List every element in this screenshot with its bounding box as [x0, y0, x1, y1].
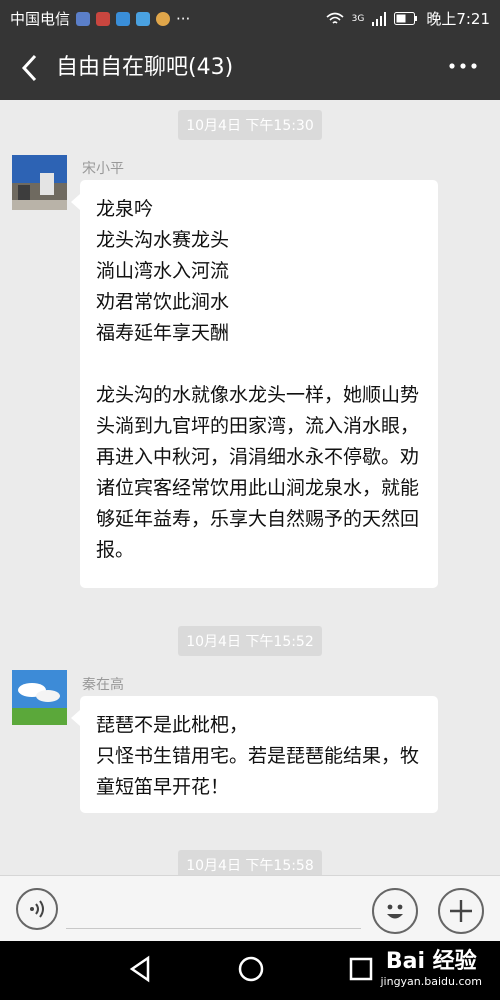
message-input[interactable]: [66, 928, 361, 929]
status-bar: 中国电信 ··· 3G 晚上7:21: [0, 0, 500, 36]
more-button[interactable]: [448, 50, 478, 90]
chevron-left-icon: [21, 54, 37, 82]
chat-area[interactable]: 10月4日 下午15:30 宋小平 龙泉吟 龙头沟水赛龙头 淌山湾水入河流 劝君…: [0, 100, 500, 875]
status-right: 3G 晚上7:21: [326, 8, 490, 29]
battery-icon: [394, 12, 418, 25]
avatar[interactable]: [12, 155, 67, 210]
voice-button[interactable]: [16, 888, 58, 930]
sender-name: 秦在高: [82, 677, 124, 693]
status-left: 中国电信 ···: [10, 8, 190, 29]
plus-icon: [450, 900, 472, 922]
chat-title: 自由自在聊吧(43): [56, 55, 234, 80]
system-nav-bar: Bai 经验 jingyan.baidu.com: [0, 941, 500, 1000]
more-notifications: ···: [176, 9, 191, 28]
message-bubble[interactable]: 琵琶不是此枇杷， 只怪书生错用宅。若是琵琶能结果，牧童短笛早开花！: [71, 696, 438, 813]
signal-icon: [372, 11, 387, 26]
avatar[interactable]: [12, 670, 67, 725]
nav-back-button[interactable]: [128, 955, 152, 987]
watermark-brand: Bai 经验: [385, 949, 477, 974]
wifi-icon: [326, 12, 344, 24]
add-button[interactable]: [438, 888, 484, 934]
timestamp: 10月4日 下午15:58: [0, 850, 500, 875]
input-bar: [0, 875, 500, 942]
app-notification-icon: [76, 11, 91, 26]
sender-name: 宋小平: [82, 161, 124, 177]
app-notification-icon: [156, 11, 171, 26]
nav-recent-button[interactable]: [348, 955, 374, 987]
app-notification-icon: [136, 11, 151, 26]
carrier-label: 中国电信: [10, 10, 71, 28]
emoji-button[interactable]: [372, 888, 418, 934]
chat-header: 自由自在聊吧(43): [0, 36, 500, 100]
watermark-url: jingyan.baidu.com: [380, 975, 482, 988]
clock: 晚上7:21: [426, 10, 490, 28]
back-button[interactable]: [14, 50, 44, 86]
message-bubble[interactable]: 龙泉吟 龙头沟水赛龙头 淌山湾水入河流 劝君常饮此涧水 福寿延年享天酬 龙头沟的…: [71, 180, 438, 588]
network-type: 3G: [351, 13, 365, 24]
timestamp: 10月4日 下午15:30: [0, 110, 500, 140]
avatar-image: [12, 670, 67, 725]
smiley-icon: [387, 904, 403, 919]
lock-app-icon: [116, 11, 131, 26]
square-recent-icon: [349, 957, 373, 981]
baidu-watermark: Bai 经验 jingyan.baidu.com: [380, 949, 482, 988]
voice-icon: [30, 900, 44, 918]
app-notification-icon: [96, 11, 111, 26]
more-dots-icon: [449, 63, 477, 69]
timestamp: 10月4日 下午15:52: [0, 626, 500, 656]
triangle-back-icon: [129, 955, 150, 983]
avatar-image: [12, 155, 67, 210]
nav-home-button[interactable]: [237, 955, 265, 987]
circle-home-icon: [238, 956, 264, 982]
